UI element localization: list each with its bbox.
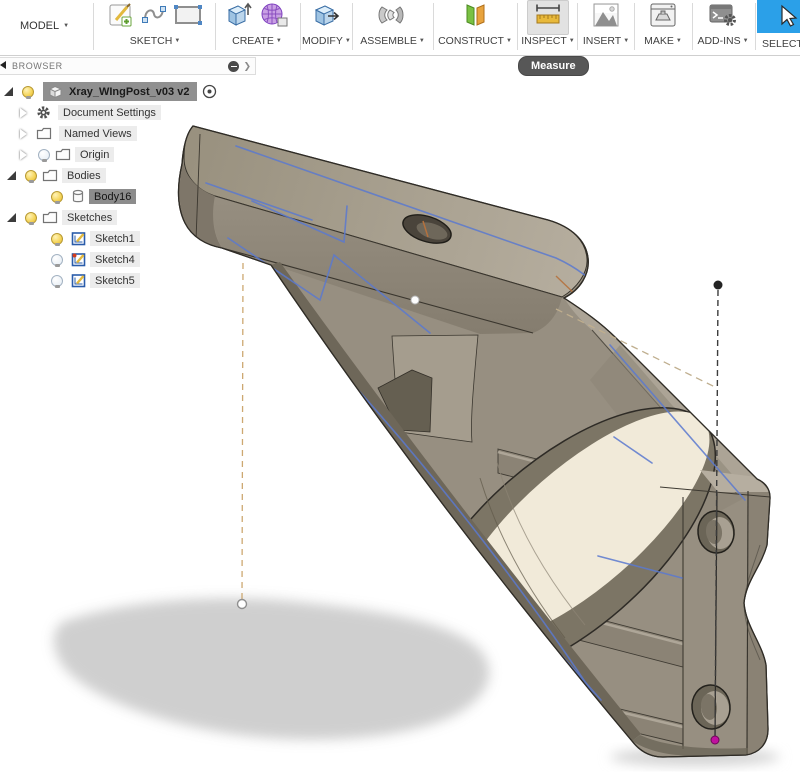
- visibility-bulb-icon[interactable]: [51, 275, 63, 287]
- rectangle-tool-icon[interactable]: [173, 2, 203, 33]
- select-tool[interactable]: [757, 0, 800, 33]
- tree-item-bodies[interactable]: Bodies: [0, 165, 256, 186]
- tree-item-label: Sketch4: [90, 252, 140, 267]
- minimize-icon[interactable]: [228, 61, 239, 72]
- 3d-print-icon[interactable]: [649, 2, 677, 33]
- tree-item-origin[interactable]: Origin: [0, 144, 256, 165]
- activate-component-icon[interactable]: [202, 84, 217, 99]
- tree-item-sketches[interactable]: Sketches: [0, 207, 256, 228]
- tree-item-label: Sketch5: [90, 273, 140, 288]
- tree-item-label: Origin: [75, 147, 114, 162]
- tree-item-sketch5[interactable]: Sketch5: [0, 270, 256, 291]
- tree-item-root[interactable]: Xray_WIngPost_v03 v2: [0, 81, 256, 102]
- visibility-bulb-icon[interactable]: [25, 170, 37, 182]
- visibility-bulb-icon[interactable]: [25, 212, 37, 224]
- tree-item-body16[interactable]: Body16: [0, 186, 256, 207]
- top-toolbar: MODEL ▼ SKETCH▼ CREATE▼ MODIFY▼: [0, 0, 800, 56]
- spline-icon[interactable]: [141, 2, 167, 33]
- tree-item-label: Document Settings: [58, 105, 161, 120]
- measure-tooltip: Measure: [518, 56, 589, 76]
- extrude-box-icon[interactable]: [225, 1, 253, 34]
- visibility-bulb-icon[interactable]: [51, 191, 63, 203]
- visibility-bulb-icon[interactable]: [51, 233, 63, 245]
- tree-item-named-views[interactable]: Named Views: [0, 123, 256, 144]
- workspace-label: MODEL: [20, 20, 59, 32]
- toolbar-label-construct[interactable]: CONSTRUCT▼: [436, 34, 514, 48]
- toolbar-group-addins: ADD-INS▼: [694, 0, 752, 55]
- folder-icon: [42, 211, 58, 224]
- tree-item-sketch1[interactable]: Sketch1: [0, 228, 256, 249]
- toolbar-label-select[interactable]: SELECT: [757, 38, 800, 50]
- visibility-bulb-icon[interactable]: [22, 86, 34, 98]
- toolbar-group-modify: MODIFY▼: [302, 0, 350, 55]
- joint-icon[interactable]: [376, 1, 410, 34]
- form-sphere-icon[interactable]: [259, 1, 289, 34]
- toolbar-label-assemble[interactable]: ASSEMBLE▼: [355, 34, 430, 48]
- body-cylinder-icon: [71, 189, 85, 204]
- expanded-triangle-icon[interactable]: [4, 87, 13, 96]
- part-shadow: [54, 598, 490, 739]
- chevron-down-icon: ▼: [63, 23, 69, 29]
- folder-icon: [55, 148, 71, 161]
- expanded-triangle-icon[interactable]: [7, 171, 16, 180]
- measure-point-magenta[interactable]: [711, 736, 719, 744]
- measure-tool-icon[interactable]: [527, 0, 569, 35]
- construction-line-left: [242, 263, 243, 599]
- visibility-bulb-icon[interactable]: [51, 254, 63, 266]
- tree-item-label: Sketch1: [90, 231, 140, 246]
- panel-collapse-icon[interactable]: [0, 61, 6, 69]
- toolbar-label-create[interactable]: CREATE▼: [217, 34, 297, 48]
- folder-icon: [42, 169, 58, 182]
- collapsed-triangle-icon[interactable]: [20, 108, 27, 118]
- toolbar-label-modify[interactable]: MODIFY▼: [302, 34, 350, 48]
- toolbar-label-sketch[interactable]: SKETCH▼: [96, 34, 214, 48]
- sketch-icon: [71, 231, 86, 246]
- tree-item-label: Body16: [89, 189, 136, 204]
- toolbar-label-addins[interactable]: ADD-INS▼: [694, 34, 752, 48]
- collapsed-triangle-icon[interactable]: [20, 150, 27, 160]
- toolbar-label-inspect[interactable]: INSPECT▼: [520, 34, 576, 48]
- toolbar-group-make: MAKE▼: [637, 0, 689, 55]
- insert-image-icon[interactable]: [592, 2, 620, 33]
- component-cube-icon: [47, 84, 64, 99]
- folder-icon: [36, 127, 52, 140]
- press-pull-icon[interactable]: [312, 1, 340, 34]
- workspace-switcher[interactable]: MODEL ▼: [20, 0, 69, 52]
- tree-item-label: Xray_WIngPost_v03 v2: [69, 86, 189, 98]
- panel-arrow-icon[interactable]: ❯: [243, 61, 251, 72]
- toolbar-label-make[interactable]: MAKE▼: [637, 34, 689, 48]
- toolbar-group-inspect: INSPECT▼: [520, 0, 576, 55]
- toolbar-label-insert[interactable]: INSERT▼: [580, 34, 632, 48]
- toolbar-group-sketch: SKETCH▼: [96, 0, 214, 55]
- toolbar-group-construct: CONSTRUCT▼: [436, 0, 514, 55]
- expanded-triangle-icon[interactable]: [7, 213, 16, 222]
- browser-tree: Xray_WIngPost_v03 v2 Document Settings N…: [0, 75, 256, 291]
- measure-point-white[interactable]: [238, 600, 247, 609]
- cursor-icon: [757, 0, 800, 33]
- toolbar-group-assemble: ASSEMBLE▼: [355, 0, 430, 55]
- measure-point-black[interactable]: [714, 281, 723, 290]
- gear-icon: [36, 105, 51, 120]
- toolbar-group-insert: INSERT▼: [580, 0, 632, 55]
- create-sketch-icon[interactable]: [107, 1, 135, 34]
- tree-item-label: Bodies: [62, 168, 106, 183]
- scripts-addins-icon[interactable]: [708, 2, 738, 33]
- sketch-edited-icon: [71, 252, 86, 267]
- construction-plane-icon[interactable]: [461, 1, 489, 34]
- browser-header: BROWSER ❯: [0, 57, 256, 75]
- sketch-icon: [71, 273, 86, 288]
- toolbar-group-create: CREATE▼: [217, 0, 297, 55]
- browser-title: BROWSER: [12, 61, 228, 71]
- tree-item-label: Named Views: [59, 126, 137, 141]
- tree-item-document-settings[interactable]: Document Settings: [0, 102, 256, 123]
- collapsed-triangle-icon[interactable]: [20, 129, 27, 139]
- tree-item-label: Sketches: [62, 210, 117, 225]
- tree-item-sketch4[interactable]: Sketch4: [0, 249, 256, 270]
- vertex-point-white[interactable]: [411, 296, 419, 304]
- browser-panel: BROWSER ❯ Xray_WIngPost_v03 v2 Document …: [0, 57, 256, 291]
- visibility-bulb-icon[interactable]: [38, 149, 50, 161]
